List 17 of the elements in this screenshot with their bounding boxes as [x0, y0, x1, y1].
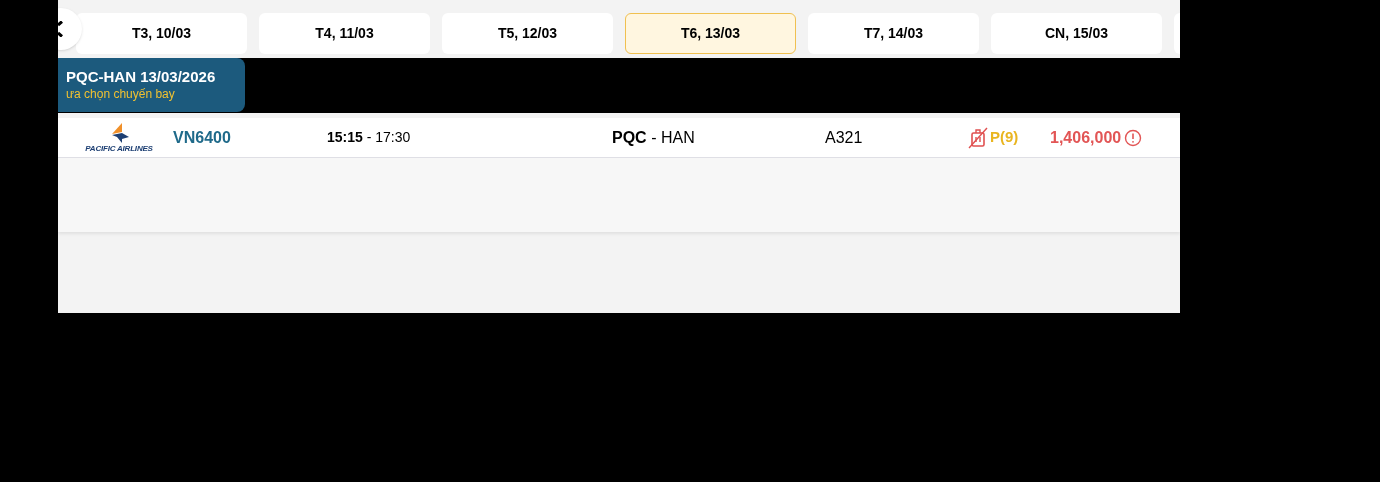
- fare-class: P(9): [990, 127, 1019, 148]
- airline-logo-text: PACIFIC AIRLINES: [85, 144, 153, 153]
- chevron-left-icon: [58, 21, 63, 37]
- flight-route: PQC - HAN: [612, 127, 696, 148]
- date-tab[interactable]: T5, 12/03: [442, 13, 613, 54]
- flight-row[interactable]: PACIFIC AIRLINES VN6400 15:15 - 17:30 PQC - HAN A321 P(9) 1,406,000: [58, 118, 1180, 158]
- flight-times: 15:15 - 17:30: [327, 128, 412, 147]
- date-tab[interactable]: T7, 14/03: [808, 13, 979, 54]
- price: 1,406,000: [1050, 127, 1122, 148]
- date-tab[interactable]: T6, 13/03: [625, 13, 796, 54]
- aircraft-type: A321: [825, 127, 864, 148]
- date-tab[interactable]: T3, 10/03: [76, 13, 247, 54]
- flight-leg-tab[interactable]: PQC-HAN 13/03/2026 ưa chọn chuyến bay: [58, 58, 245, 112]
- info-icon[interactable]: [1124, 128, 1143, 147]
- date-tab[interactable]: CN, 15/03: [991, 13, 1162, 54]
- date-tab[interactable]: T4, 11/03: [259, 13, 430, 54]
- flight-number: VN6400: [173, 127, 232, 148]
